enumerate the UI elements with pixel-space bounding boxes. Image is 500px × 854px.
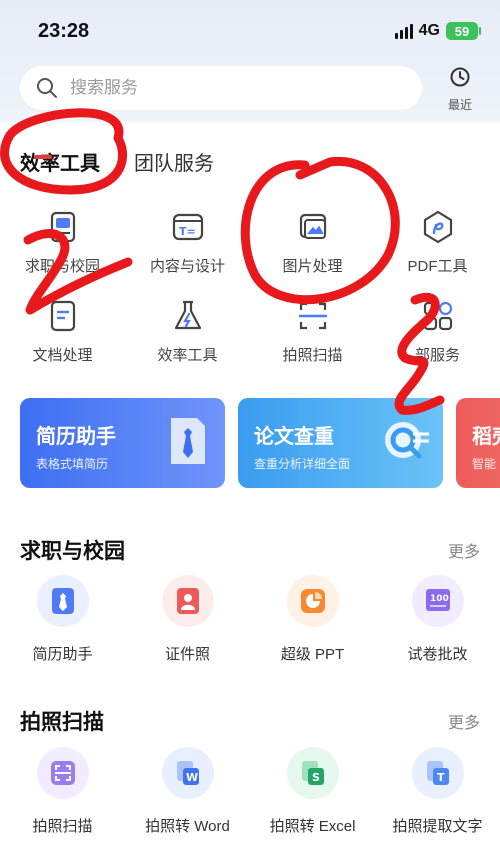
feature-photo-scan[interactable]: 拍照扫描 bbox=[0, 747, 125, 836]
tool-efficiency[interactable]: 效率工具 bbox=[125, 296, 250, 365]
tool-label: 内容与设计 bbox=[149, 258, 225, 275]
svg-text:T: T bbox=[437, 771, 445, 784]
tool-label: 部服务 bbox=[414, 347, 460, 364]
feature-exam-grading[interactable]: 100 试卷批改 bbox=[375, 575, 500, 664]
tool-label: 文档处理 bbox=[32, 347, 93, 364]
tool-image-processing[interactable]: 图片处理 bbox=[250, 207, 375, 276]
tool-scan[interactable]: 拍照扫描 bbox=[250, 296, 375, 365]
section-items-photo-scan: 拍照扫描 W 拍照转 Word S 拍照转 Excel T 拍照提取文字 bbox=[0, 747, 500, 836]
svg-text:S: S bbox=[312, 771, 320, 784]
image-icon bbox=[293, 207, 333, 247]
pdf-icon bbox=[418, 207, 458, 247]
more-link[interactable]: 更多 bbox=[448, 709, 480, 733]
resume-icon bbox=[43, 207, 83, 247]
section-header-photo-scan: 拍照扫描 更多 bbox=[20, 706, 480, 736]
search-bar[interactable] bbox=[20, 66, 422, 110]
main-panel: 效率工具 团队服务 求职与校园 T= 内容与设计 图片处理 PDF工具 文档处理… bbox=[0, 125, 500, 854]
tab-team-services[interactable]: 团队服务 bbox=[134, 147, 214, 176]
feature-id-photo[interactable]: 证件照 bbox=[125, 575, 250, 664]
section-title: 拍照扫描 bbox=[20, 711, 104, 734]
banner-subtitle: 智能 bbox=[472, 457, 497, 471]
tab-efficiency-tools[interactable]: 效率工具 bbox=[20, 147, 100, 176]
tool-job-campus[interactable]: 求职与校园 bbox=[0, 207, 125, 276]
feature-label: 拍照提取文字 bbox=[392, 818, 483, 835]
tool-all-services[interactable]: 部服务 bbox=[375, 296, 500, 365]
tool-label: 效率工具 bbox=[157, 347, 218, 364]
exam-icon: 100 bbox=[411, 575, 464, 627]
active-tab-indicator bbox=[34, 155, 52, 159]
clock-icon bbox=[449, 66, 471, 93]
tool-label: 图片处理 bbox=[282, 258, 343, 275]
battery-icon: 59 bbox=[446, 22, 481, 40]
banner-title: 稻壳 bbox=[472, 426, 500, 448]
tie-icon bbox=[167, 414, 209, 473]
text-format-icon: T= bbox=[168, 207, 208, 247]
feature-photo-to-excel[interactable]: S 拍照转 Excel bbox=[250, 747, 375, 836]
banner-carousel: 简历助手 表格式填简历 论文查重 查重分析详细全面 稻壳 智能 bbox=[20, 398, 500, 488]
tool-pdf[interactable]: PDF工具 bbox=[375, 207, 500, 276]
banner-plagiarism-check[interactable]: 论文查重 查重分析详细全面 bbox=[238, 398, 443, 488]
more-link[interactable]: 更多 bbox=[448, 538, 480, 562]
id-photo-icon bbox=[161, 575, 214, 627]
status-indicators: 4G 59 bbox=[394, 22, 481, 40]
feature-label: 拍照转 Excel bbox=[269, 818, 356, 835]
scan-icon bbox=[293, 296, 333, 336]
magnifier-icon bbox=[381, 414, 433, 475]
feature-label: 拍照转 Word bbox=[145, 818, 230, 835]
section-header-job-campus: 求职与校园 更多 bbox=[20, 535, 480, 565]
feature-label: 拍照扫描 bbox=[32, 818, 93, 835]
tool-document[interactable]: 文档处理 bbox=[0, 296, 125, 365]
scan-icon bbox=[36, 747, 89, 799]
flask-icon bbox=[168, 296, 208, 336]
feature-label: 超级 PPT bbox=[280, 646, 345, 663]
ppt-icon bbox=[286, 575, 339, 627]
feature-photo-to-word[interactable]: W 拍照转 Word bbox=[125, 747, 250, 836]
battery-level: 59 bbox=[454, 23, 470, 39]
tie-icon bbox=[36, 575, 89, 627]
recent-label: 最近 bbox=[447, 98, 472, 112]
tool-content-design[interactable]: T= 内容与设计 bbox=[125, 207, 250, 276]
status-time: 23:28 bbox=[38, 20, 90, 42]
section-items-job-campus: 简历助手 证件照 超级 PPT 100 试卷批改 bbox=[0, 575, 500, 664]
banner-docer[interactable]: 稻壳 智能 bbox=[456, 398, 500, 488]
feature-super-ppt[interactable]: 超级 PPT bbox=[250, 575, 375, 664]
tool-label: 拍照扫描 bbox=[282, 347, 343, 364]
feature-label: 简历助手 bbox=[32, 646, 93, 663]
tab-bar: 效率工具 团队服务 bbox=[20, 147, 214, 176]
banner-resume-assistant[interactable]: 简历助手 表格式填简历 bbox=[20, 398, 225, 488]
document-icon bbox=[43, 296, 83, 336]
tool-label: PDF工具 bbox=[407, 258, 468, 275]
status-bar: 23:28 4G 59 bbox=[0, 0, 500, 60]
feature-label: 试卷批改 bbox=[407, 646, 468, 663]
feature-photo-extract-text[interactable]: T 拍照提取文字 bbox=[375, 747, 500, 836]
search-icon bbox=[36, 77, 58, 99]
feature-resume-assistant[interactable]: 简历助手 bbox=[0, 575, 125, 664]
grid-icon bbox=[418, 296, 458, 336]
section-title: 求职与校园 bbox=[20, 540, 125, 563]
signal-icon bbox=[394, 23, 413, 39]
feature-label: 证件照 bbox=[164, 646, 210, 663]
svg-text:W: W bbox=[186, 771, 198, 784]
svg-text:T=: T= bbox=[179, 225, 196, 238]
recent-button[interactable]: 最近 bbox=[440, 66, 480, 112]
search-input[interactable] bbox=[70, 78, 370, 98]
word-icon: W bbox=[161, 747, 214, 799]
tool-grid: 求职与校园 T= 内容与设计 图片处理 PDF工具 文档处理 效率工具 拍照扫描… bbox=[0, 207, 500, 365]
tool-label: 求职与校园 bbox=[24, 258, 100, 275]
text-extract-icon: T bbox=[411, 747, 464, 799]
excel-icon: S bbox=[286, 747, 339, 799]
network-label: 4G bbox=[418, 22, 440, 39]
svg-text:100: 100 bbox=[430, 594, 449, 604]
